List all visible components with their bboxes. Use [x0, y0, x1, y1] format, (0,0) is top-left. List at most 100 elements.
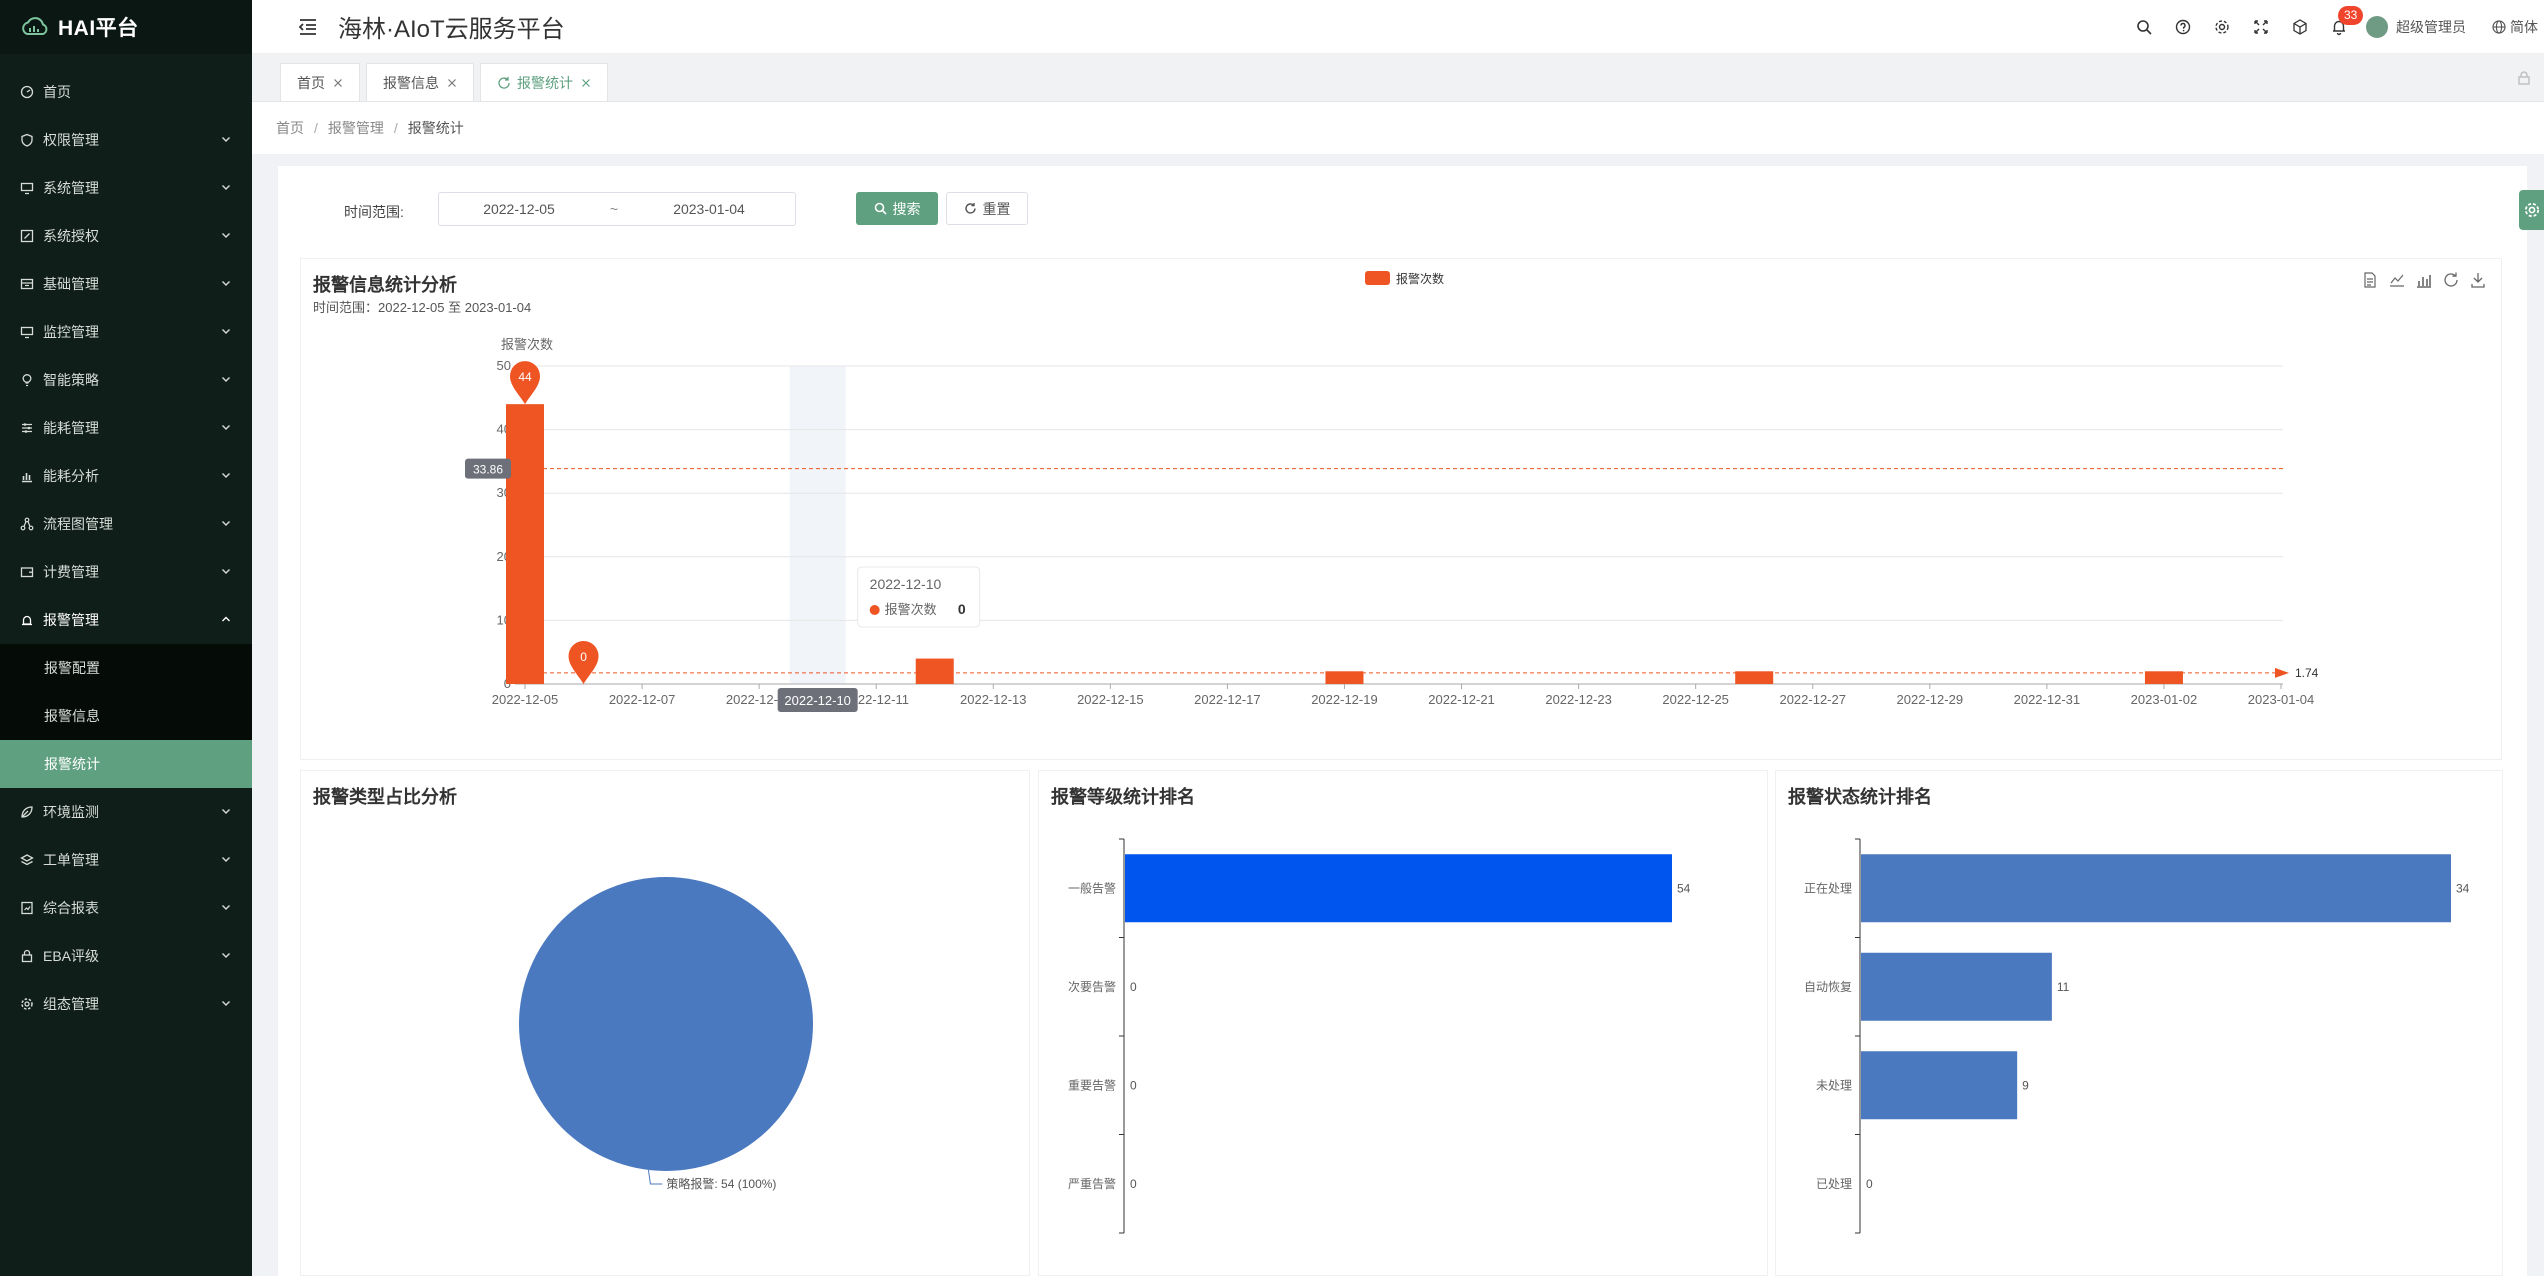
x-tick-label: 2023-01-04: [2248, 692, 2315, 707]
bar-value-label: 0: [1130, 1177, 1137, 1191]
submenu-item-2[interactable]: 报警统计: [0, 740, 252, 788]
date-range-picker[interactable]: 2022-12-05 ~ 2023-01-04: [438, 192, 796, 226]
chevron-down-icon: [222, 233, 230, 238]
breadcrumb: 首页 / 报警管理 / 报警统计: [252, 102, 2544, 154]
search-icon[interactable]: [2135, 18, 2153, 36]
submenu-item-0[interactable]: 报警配置: [0, 644, 252, 692]
end-date[interactable]: 2023-01-04: [629, 201, 789, 217]
sidebar-item-0[interactable]: 首页: [0, 68, 252, 116]
chevron-up-icon: [222, 616, 230, 622]
gear-icon[interactable]: [2213, 18, 2231, 36]
pie-slice: [519, 877, 813, 1171]
sidebar-item-12[interactable]: 环境监测: [0, 788, 252, 836]
sidebar-item-label: 综合报表: [43, 900, 99, 916]
sidebar-item-9[interactable]: 流程图管理: [0, 500, 252, 548]
range-separator: ~: [609, 201, 619, 217]
bell-icon[interactable]: 33: [2330, 6, 2364, 36]
dashboard-icon: [20, 85, 34, 99]
mark-point-label: 0: [580, 650, 587, 664]
bar-chart-icon: [20, 469, 34, 483]
sidebar-item-8[interactable]: 能耗分析: [0, 452, 252, 500]
mark-line-label: 1.74: [2295, 666, 2319, 680]
help-icon[interactable]: [2174, 18, 2192, 36]
logo[interactable]: HAI平台: [0, 0, 252, 54]
box-icon: [20, 277, 34, 291]
sidebar-item-11[interactable]: 报警管理: [0, 596, 252, 644]
close-icon[interactable]: [581, 78, 591, 88]
reset-button[interactable]: 重置: [946, 192, 1028, 225]
sidebar-item-label: 流程图管理: [43, 516, 113, 532]
start-date[interactable]: 2022-12-05: [439, 201, 599, 217]
pie-label-line: [647, 1169, 663, 1185]
sidebar-item-6[interactable]: 智能策略: [0, 356, 252, 404]
category-label: 未处理: [1816, 1078, 1852, 1092]
tab-0[interactable]: 首页: [280, 63, 360, 101]
tab-1[interactable]: 报警信息: [366, 63, 474, 101]
sidebar-item-10[interactable]: 计费管理: [0, 548, 252, 596]
menu-collapse-icon[interactable]: [296, 15, 320, 39]
category-label: 正在处理: [1804, 881, 1852, 895]
avatar[interactable]: [2366, 16, 2388, 38]
edit-icon: [20, 229, 34, 243]
tab-2[interactable]: 报警统计: [480, 63, 608, 101]
breadcrumb-item-1[interactable]: 报警管理: [328, 118, 384, 138]
search-button[interactable]: 搜索: [856, 192, 938, 225]
mark-line-arrow: [2275, 667, 2289, 678]
bar: [506, 404, 544, 684]
chevron-down-icon: [222, 1001, 230, 1006]
sidebar-item-14[interactable]: 综合报表: [0, 884, 252, 932]
legend-label: 报警次数: [1396, 271, 1444, 286]
range-label: 时间范围:: [344, 204, 404, 220]
chevron-down-icon: [222, 569, 230, 574]
sidebar-item-4[interactable]: 基础管理: [0, 260, 252, 308]
lock-icon[interactable]: [2516, 70, 2532, 86]
fullscreen-icon[interactable]: [2252, 18, 2270, 36]
sidebar-item-label: 系统管理: [43, 180, 99, 196]
tooltip-marker: [869, 605, 880, 615]
sidebar-item-15[interactable]: EBA评级: [0, 932, 252, 980]
sidebar-item-label: 能耗管理: [43, 420, 99, 436]
reset-label: 重置: [982, 200, 1011, 217]
bar-value-label: 0: [1130, 980, 1137, 994]
category-label: 一般告警: [1068, 880, 1116, 895]
bar: [915, 658, 954, 684]
sidebar-item-13[interactable]: 工单管理: [0, 836, 252, 884]
alarm-count-bar-chart: 01020304050报警次数2022-12-052022-12-072022-…: [465, 271, 2319, 712]
sidebar-item-7[interactable]: 能耗管理: [0, 404, 252, 452]
cube-icon[interactable]: [2291, 18, 2309, 36]
chevron-down-icon: [222, 473, 230, 478]
user-name[interactable]: 超级管理员: [2396, 17, 2466, 37]
theme-settings-button[interactable]: [2519, 190, 2544, 230]
breadcrumb-item-0[interactable]: 首页: [276, 118, 304, 138]
breadcrumb-separator: /: [314, 120, 318, 136]
sidebar-menu: 首页 权限管理系统管理系统授权 基础管理 监控管理 智能策略能耗管理能耗分析流程图管理计…: [0, 54, 252, 1028]
alarm-level-card: 报警等级统计排名 一般告警 54 次要告警 0 重要告警 0 严重告警 0: [1038, 770, 1768, 1276]
submenu-item-1[interactable]: 报警信息: [0, 692, 252, 740]
tab-label: 首页: [297, 74, 325, 91]
x-tick-label: 2022-12-15: [1077, 692, 1144, 707]
sidebar-item-3[interactable]: 系统授权: [0, 212, 252, 260]
cloud-icon: [22, 17, 48, 35]
y-axis-label: 报警次数: [501, 337, 553, 352]
top-header: 海林·AIoT云服务平台 33 超级管理员 简体: [252, 0, 2544, 54]
sidebar-item-16[interactable]: 组态管理: [0, 980, 252, 1028]
sidebar-item-label: 环境监测: [43, 804, 99, 820]
lock-icon: [20, 949, 34, 963]
x-tick-label: 2022-12-23: [1545, 692, 1612, 707]
tab-label: 报警信息: [383, 74, 439, 91]
sidebar-item-1[interactable]: 权限管理: [0, 116, 252, 164]
sidebar-item-label: EBA评级: [43, 948, 100, 964]
sidebar: HAI平台 首页 权限管理系统管理系统授权 基础管理 监控管理 智能策略能耗管理能耗分析…: [0, 0, 252, 1276]
legend-swatch: [1365, 271, 1390, 285]
x-tick-label: 2022-12-07: [609, 692, 676, 707]
sidebar-item-label: 组态管理: [43, 996, 99, 1012]
close-icon[interactable]: [333, 78, 343, 88]
language-switch[interactable]: 简体: [2492, 17, 2538, 37]
bar: [1861, 1051, 2018, 1120]
sidebar-item-2[interactable]: 系统管理: [0, 164, 252, 212]
bar-value-label: 11: [2057, 980, 2070, 994]
axis-pointer-label: 2022-12-10: [784, 693, 851, 708]
close-icon[interactable]: [447, 78, 457, 88]
notification-badge: 33: [2338, 6, 2364, 25]
sidebar-item-5[interactable]: 监控管理: [0, 308, 252, 356]
